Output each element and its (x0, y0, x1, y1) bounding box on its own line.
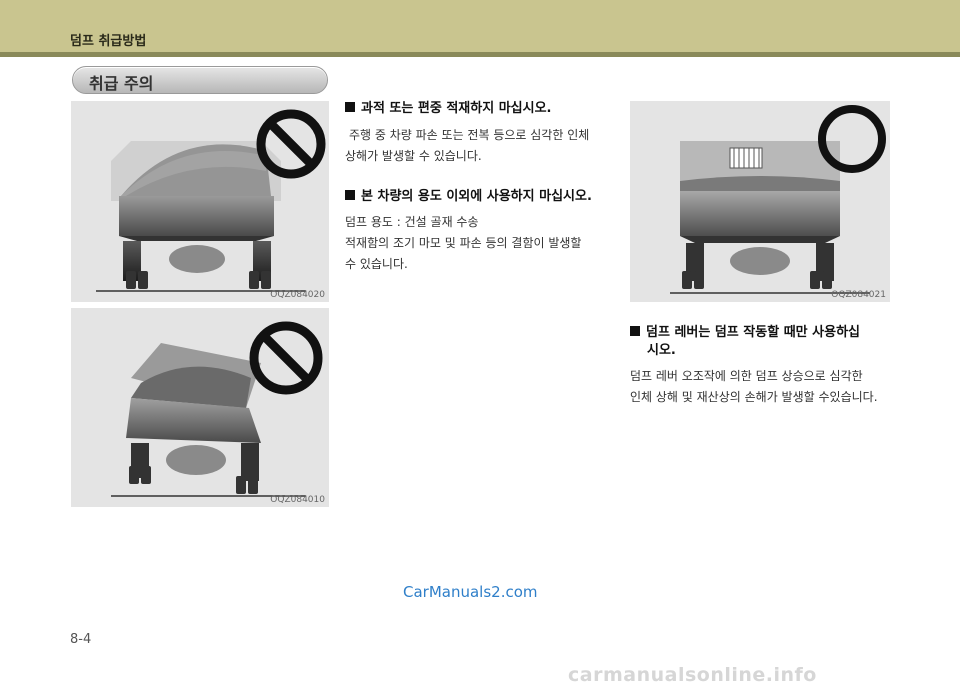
note-line: 주행 중 차량 파손 또는 전복 등으로 심각한 인체 (349, 128, 590, 142)
note-line: 덤프 용도 : 건설 골재 수송 (345, 215, 479, 229)
section-pill: 취급 주의 (72, 66, 328, 94)
note-title-text: 시오. (647, 343, 676, 358)
ok-circle-icon (818, 105, 886, 173)
note-line: 인체 상해 및 재산상의 손해가 발생할 수있습니다. (630, 390, 878, 404)
page-header: 덤프 취급방법 (0, 0, 960, 52)
prohibition-icon (249, 321, 323, 395)
note-title: 과적 또는 편중 적재하지 마십시오. (345, 100, 551, 118)
figure-code: OQZ084010 (270, 495, 325, 505)
note-body: 덤프 레버 오조작에 의한 덤프 상승으로 심각한 인체 상해 및 재산상의 손… (630, 366, 920, 408)
note-line: 적재함의 조기 마모 및 파손 등의 결함이 발생할 (345, 236, 582, 250)
figure-dump-lever: OQZ084021 (630, 101, 890, 302)
header-title: 덤프 취급방법 (70, 34, 147, 49)
footer-watermark: carmanualsonline.info (568, 664, 817, 686)
note-title-text: 본 차량의 용도 이외에 사용하지 마십시오. (361, 189, 592, 204)
truck-illustration (670, 105, 886, 294)
note-title: 덤프 레버는 덤프 작동할 때만 사용하십 시오. (630, 324, 900, 360)
note-line: 덤프 레버 오조작에 의한 덤프 상승으로 심각한 (630, 369, 863, 383)
note-body: 주행 중 차량 파손 또는 전복 등으로 심각한 인체 상해가 발생할 수 있습… (345, 125, 625, 167)
figure-code: OQZ084021 (831, 290, 886, 300)
prohibition-icon (256, 109, 326, 179)
watermark-link[interactable]: CarManuals2.com (403, 583, 538, 601)
bullet-square-icon (345, 190, 355, 200)
note-title-text: 과적 또는 편중 적재하지 마십시오. (361, 101, 552, 116)
truck-illustration (111, 321, 323, 497)
figure-overload: OQZ084020 (71, 101, 329, 302)
figure-code: OQZ084020 (270, 290, 325, 300)
note-line: 수 있습니다. (345, 257, 408, 271)
note-title-text: 덤프 레버는 덤프 작동할 때만 사용하십 (646, 325, 860, 340)
truck-illustration (96, 109, 326, 292)
section-pill-label: 취급 주의 (89, 74, 154, 93)
header-rule (0, 52, 960, 57)
note-body: 덤프 용도 : 건설 골재 수송 적재함의 조기 마모 및 파손 등의 결함이 … (345, 212, 625, 275)
bullet-square-icon (630, 326, 640, 336)
page-number: 8-4 (70, 632, 92, 647)
note-line: 상해가 발생할 수 있습니다. (345, 149, 482, 163)
note-title: 본 차량의 용도 이외에 사용하지 마십시오. (345, 188, 592, 206)
bullet-square-icon (345, 102, 355, 112)
figure-unbalanced: OQZ084010 (71, 308, 329, 507)
